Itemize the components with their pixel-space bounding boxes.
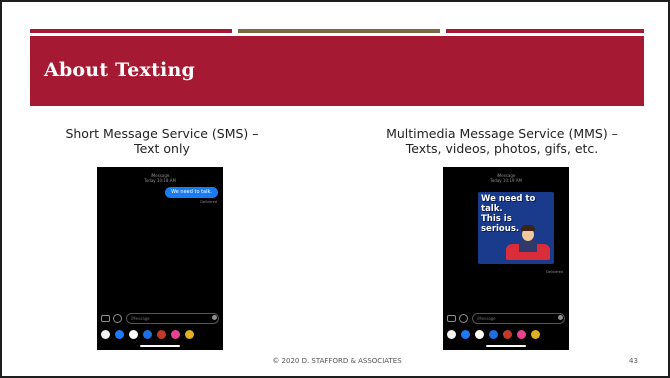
sticker-line1: We need to talk. <box>481 194 536 214</box>
top-accent-center <box>238 29 440 33</box>
home-indicator <box>140 345 180 347</box>
mms-caption-line2: Texts, videos, photos, gifs, etc. <box>405 141 599 156</box>
app-store-app-icon <box>461 329 470 339</box>
page-number: 43 <box>629 357 638 365</box>
message-input: iMessage <box>126 313 219 324</box>
title-band: About Texting <box>30 36 644 106</box>
conversation-header: iMessage Today 10:18 AM <box>97 173 223 183</box>
header-timestamp: Today 10:18 AM <box>144 178 176 183</box>
sticker-line2: This is <box>481 214 512 224</box>
message-input-row: iMessage <box>101 313 219 325</box>
slide-title: About Texting <box>44 59 195 81</box>
camera-icon <box>101 315 110 322</box>
mms-phone-screenshot: iMessage Today 10:19 AM We need to talk.… <box>443 167 569 350</box>
search-app-icon <box>171 329 180 339</box>
message-input: iMessage <box>472 313 565 324</box>
memoji-app-icon <box>157 329 166 339</box>
apple-pay-app-icon <box>475 329 484 339</box>
message-bubble: We need to talk. <box>165 187 218 198</box>
memoji-app-icon <box>503 329 512 339</box>
music-app-icon <box>185 329 194 339</box>
camera-icon <box>447 315 456 322</box>
person-body-graphic <box>519 240 537 252</box>
music-app-icon <box>531 329 540 339</box>
conversation-header: iMessage Today 10:19 AM <box>443 173 569 183</box>
delivered-status: Delivered <box>200 200 217 204</box>
person-hair-graphic <box>521 225 535 231</box>
gif-app-icon <box>489 329 498 339</box>
top-accent-right <box>446 29 644 33</box>
app-tray <box>101 329 219 339</box>
sms-phone-screenshot: iMessage Today 10:18 AM We need to talk.… <box>97 167 223 350</box>
app-tray <box>447 329 565 339</box>
microphone-icon <box>212 315 217 320</box>
mms-caption: Multimedia Message Service (MMS) – Texts… <box>357 126 647 156</box>
home-indicator <box>486 345 526 347</box>
gif-app-icon <box>143 329 152 339</box>
sticker-text: We need to talk. This is serious. <box>481 194 554 234</box>
app-store-icon <box>459 314 468 323</box>
sms-caption-line2: Text only <box>134 141 190 156</box>
slide: About Texting Short Message Service (SMS… <box>0 0 670 378</box>
top-accent-left <box>30 29 232 33</box>
photos-app-icon <box>101 329 110 339</box>
photos-app-icon <box>447 329 456 339</box>
app-store-app-icon <box>115 329 124 339</box>
sms-caption: Short Message Service (SMS) – Text only <box>42 126 282 156</box>
search-app-icon <box>517 329 526 339</box>
sms-caption-line1: Short Message Service (SMS) – <box>65 126 259 141</box>
header-timestamp: Today 10:19 AM <box>490 178 522 183</box>
message-input-row: iMessage <box>447 313 565 325</box>
microphone-icon <box>558 315 563 320</box>
slide-footer: © 2020 D. STAFFORD & ASSOCIATES <box>272 357 402 365</box>
app-store-icon <box>113 314 122 323</box>
sticker-line3: serious. <box>481 224 520 234</box>
delivered-status: Delivered <box>546 270 563 274</box>
animated-sticker-image: We need to talk. This is serious. <box>478 192 554 264</box>
apple-pay-app-icon <box>129 329 138 339</box>
mms-caption-line1: Multimedia Message Service (MMS) – <box>386 126 618 141</box>
